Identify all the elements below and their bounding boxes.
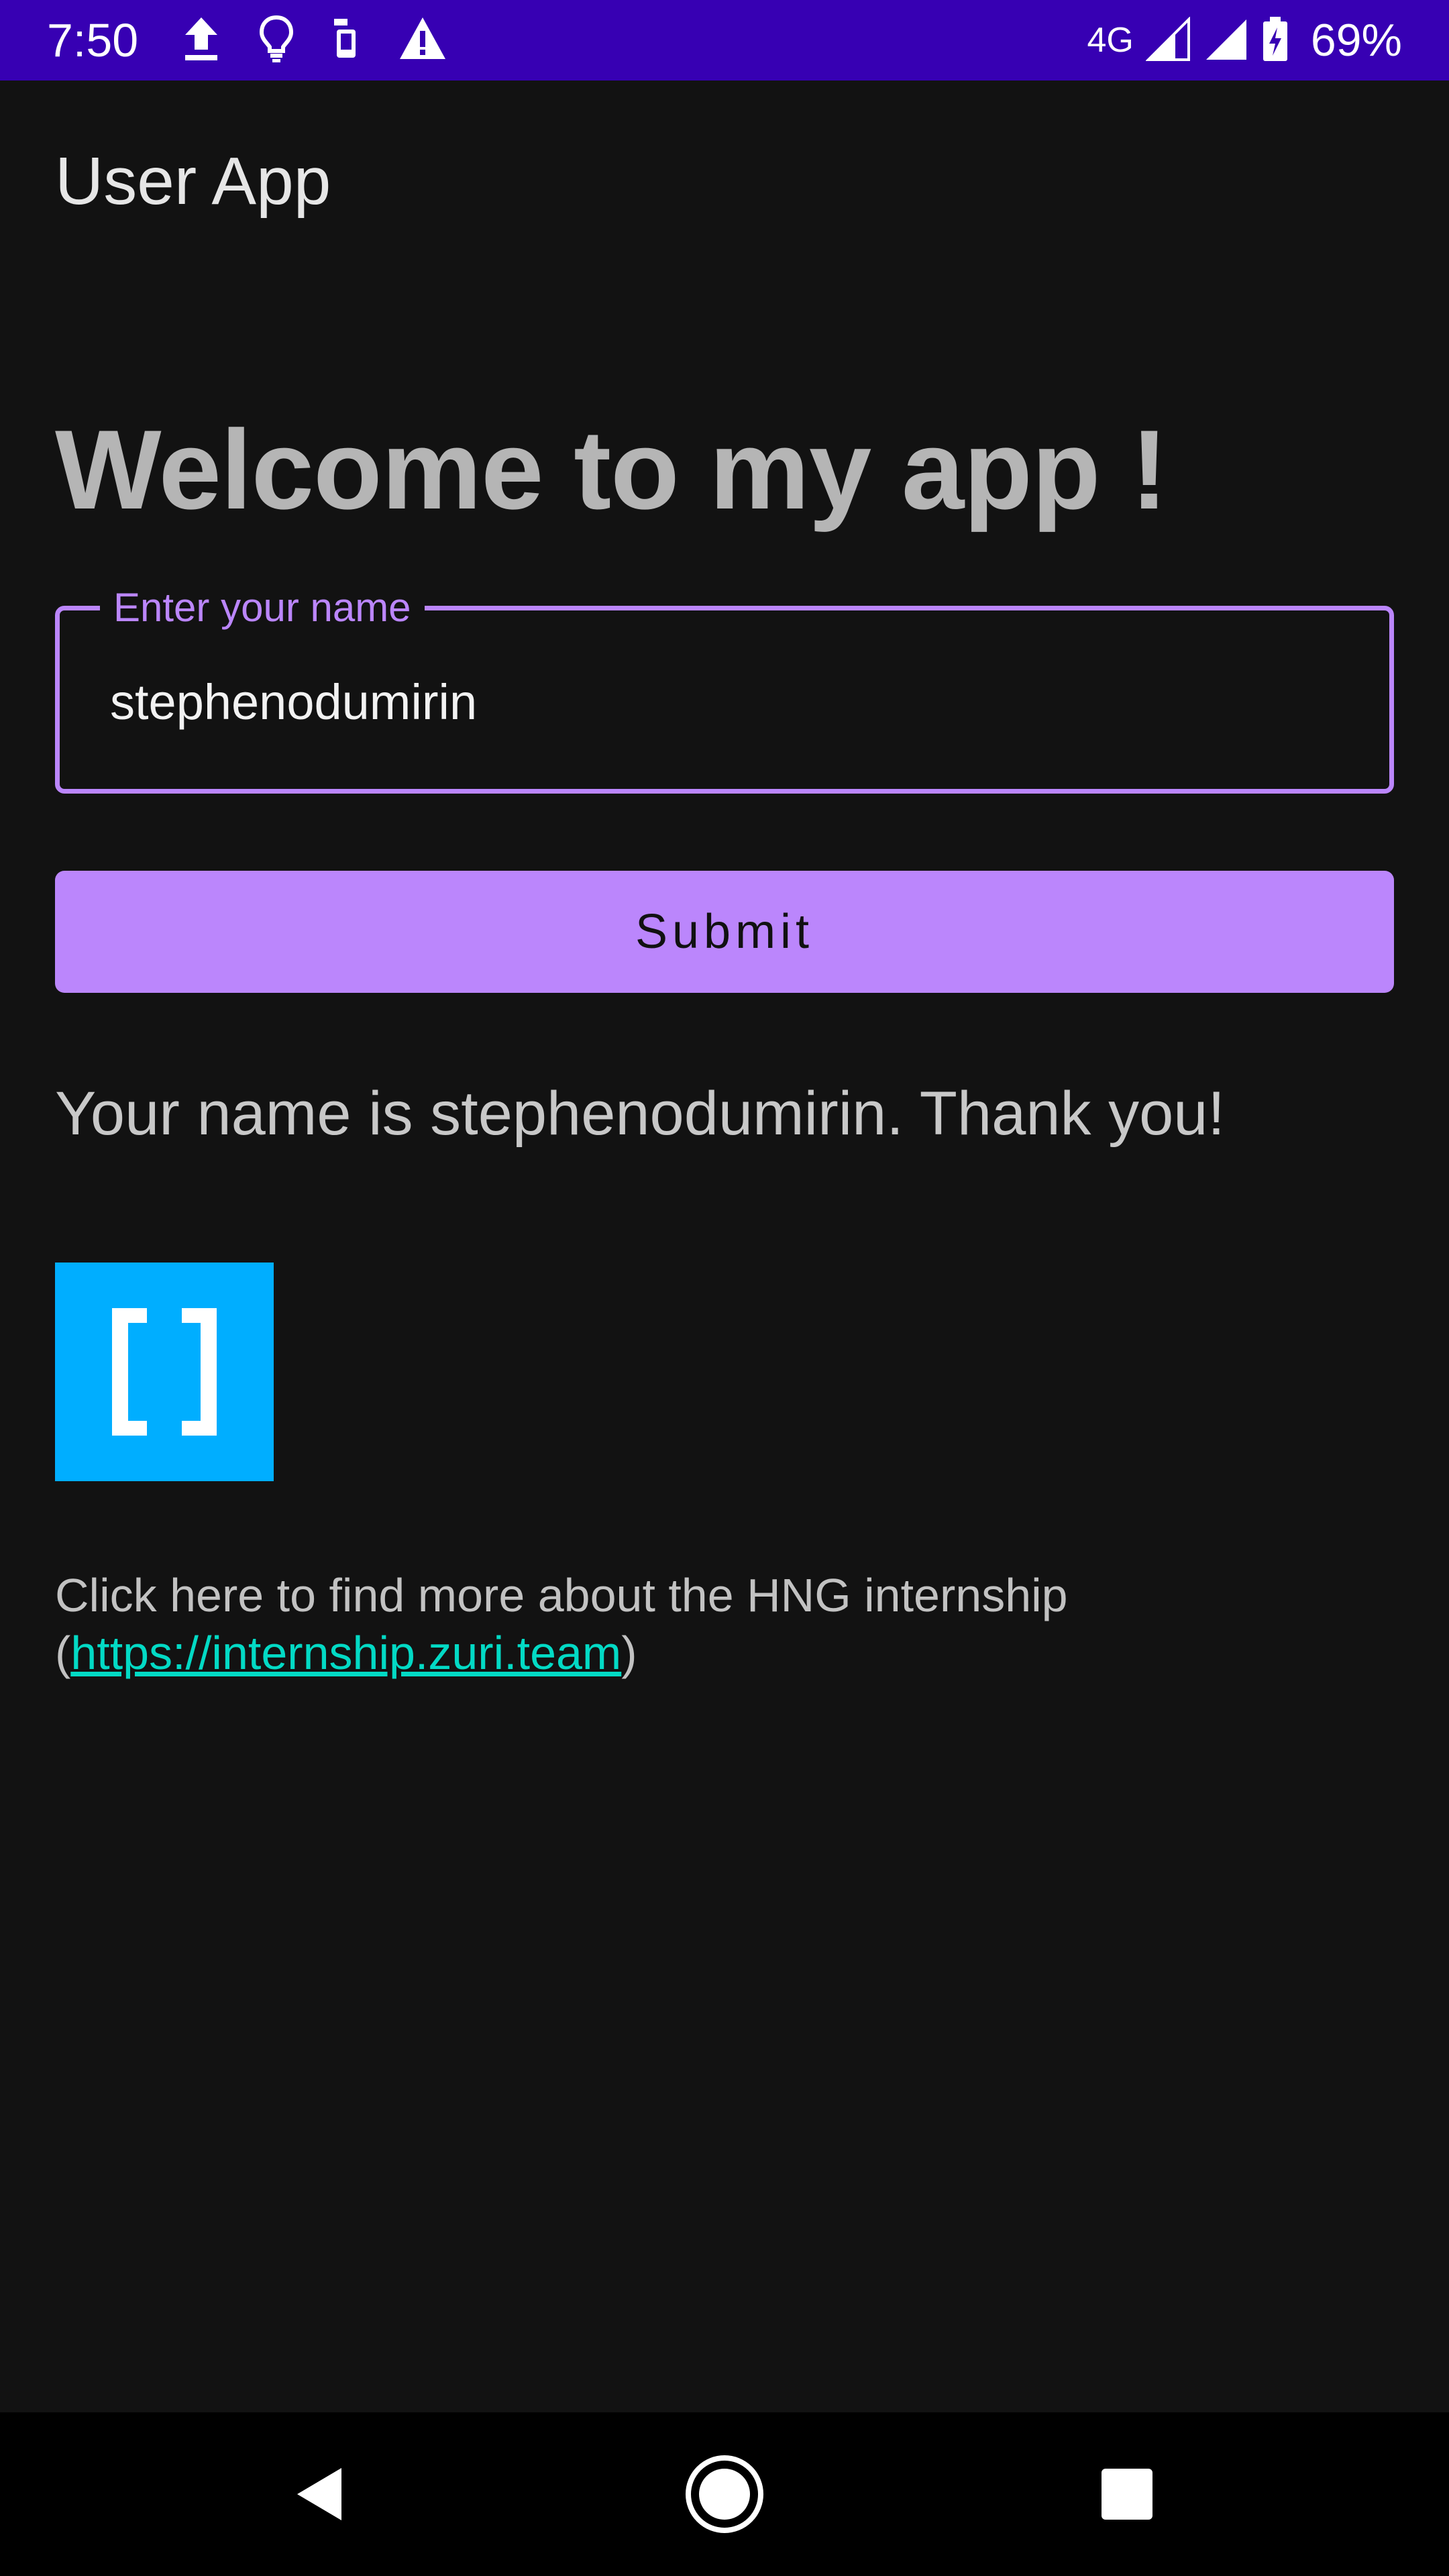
phone-transfer-icon	[331, 15, 361, 66]
back-icon[interactable]	[280, 2454, 361, 2534]
upload-icon	[181, 15, 221, 66]
brackets-logo-icon	[55, 1263, 274, 1481]
submit-button-label: Submit	[635, 905, 814, 959]
battery-percent: 69%	[1310, 15, 1402, 66]
name-input-label: Enter your name	[100, 581, 425, 635]
open-paren: (	[55, 1627, 71, 1679]
submit-button[interactable]: Submit	[55, 871, 1394, 993]
result-message: Your name is stephenodumirin. Thank you!	[55, 1079, 1225, 1148]
app-title: User App	[55, 144, 331, 219]
signal-icon	[1145, 15, 1191, 64]
lightbulb-icon	[259, 15, 294, 66]
warning-icon	[398, 15, 447, 66]
recents-icon[interactable]	[1087, 2454, 1167, 2534]
internship-info: Click here to find more about the HNG in…	[55, 1566, 1330, 1682]
home-icon[interactable]	[684, 2454, 765, 2534]
internship-link[interactable]: https://internship.zuri.team	[70, 1627, 621, 1679]
welcome-heading: Welcome to my app !	[55, 407, 1168, 533]
navigation-bar	[0, 2412, 1449, 2576]
name-input-value[interactable]: stephenodumirin	[110, 672, 477, 733]
status-right: 4G 69%	[1087, 12, 1402, 68]
internship-info-text: Click here to find more about the HNG in…	[55, 1569, 1068, 1621]
notification-icons	[181, 15, 447, 66]
name-input-field[interactable]: Enter your name stephenodumirin	[55, 581, 1394, 794]
status-time: 7:50	[47, 14, 139, 66]
battery-charging-icon	[1261, 15, 1289, 66]
network-type: 4G	[1087, 21, 1134, 60]
close-paren: )	[621, 1627, 637, 1679]
status-bar: 7:50 4G 69%	[0, 0, 1449, 80]
signal-icon	[1203, 17, 1249, 64]
